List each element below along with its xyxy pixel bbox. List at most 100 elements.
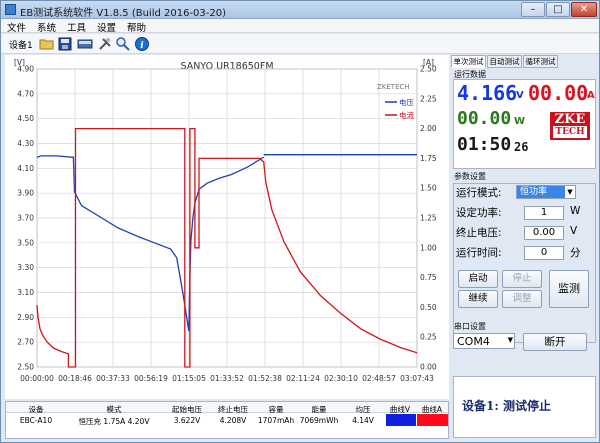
y-right-tick-label: 1.25	[420, 214, 437, 223]
cell-end-voltage: 4.208V	[219, 416, 247, 425]
y-right-tick-label: 2.50	[420, 65, 437, 74]
com-port-select[interactable]: COM4 ▼	[453, 333, 515, 349]
power-label: 设定功率:	[456, 207, 502, 219]
zketech-logo: ZKE TECH	[550, 112, 590, 140]
curve-v-color-swatch[interactable]	[386, 414, 416, 426]
y-left-tick-label: 4.70	[17, 89, 34, 98]
y-right-tick-label: 1.75	[420, 154, 437, 163]
cell-start-voltage: 3.622V	[173, 416, 201, 425]
end-voltage-input[interactable]: 0.00	[524, 226, 564, 240]
start-button[interactable]: 启动	[458, 270, 498, 288]
th-mode: 模式	[106, 405, 122, 414]
title-bar: EB测试系统软件 V1.8.5 (Build 2016-03-20) – □ ✕	[1, 1, 599, 19]
end-voltage-unit: V	[570, 225, 578, 237]
menu-tools[interactable]: 工具	[67, 20, 86, 34]
y-left-tick-label: 2.90	[17, 313, 34, 322]
th-avg-voltage: 均压	[355, 405, 371, 414]
x-tick-label: 02:30:10	[324, 374, 358, 383]
power-unit: W	[570, 205, 581, 217]
lcd-power-unit: W	[514, 116, 526, 127]
x-tick-label: 01:33:52	[210, 374, 244, 383]
tab-auto-test[interactable]: 自动测试	[487, 55, 522, 68]
zoom-icon[interactable]	[115, 36, 131, 52]
serial-label: 串口设置	[454, 322, 486, 331]
tools-icon[interactable]	[97, 36, 113, 52]
info-icon[interactable]: i	[134, 36, 150, 52]
x-tick-label: 00:00:00	[20, 374, 54, 383]
tab-cycle-test[interactable]: 循环测试	[523, 55, 558, 68]
th-capacity: 容量	[268, 405, 284, 414]
x-tick-label: 02:48:57	[362, 374, 396, 383]
result-table: 设备 模式 起始电压 终止电压 容量 能量 均压 曲线V 曲线A EBC-A10…	[5, 401, 449, 439]
lcd-elapsed-time: 01:50	[457, 134, 512, 155]
app-window: EB测试系统软件 V1.8.5 (Build 2016-03-20) – □ ✕…	[0, 0, 600, 443]
voltage-current-chart: [V] [A] SANYO UR18650FM 4.904.704.504.30…	[14, 58, 437, 383]
window-title: EB测试系统软件 V1.8.5 (Build 2016-03-20)	[20, 8, 227, 19]
continue-button[interactable]: 继续	[458, 290, 498, 308]
lcd-voltage: 4.166	[457, 81, 518, 105]
chart-panel: [V] [A] SANYO UR18650FM 4.90 4.70 4.50 4.30…	[5, 55, 449, 399]
x-tick-label: 03:07:43	[400, 374, 434, 383]
x-tick-label: 00:56:19	[134, 374, 168, 383]
status-panel: 设备1: 测试停止	[453, 376, 596, 438]
logo-text-top: ZKE	[554, 112, 586, 127]
lcd-power: 00.00	[457, 108, 512, 129]
menu-system[interactable]: 系统	[37, 20, 56, 34]
x-tick-label: 00:37:33	[96, 374, 130, 383]
cell-capacity: 1707mAh	[257, 416, 295, 425]
device-tab[interactable]: 设备1	[9, 38, 33, 51]
side-panel: 单次测试 自动测试 循环测试 运行数据 4.166 V 00.00 A 00.0…	[451, 55, 597, 439]
end-voltage-label: 终止电压:	[456, 227, 502, 239]
curve-a-color-swatch[interactable]	[417, 414, 448, 426]
lcd-elapsed-seconds: 26	[514, 140, 529, 154]
open-folder-icon[interactable]	[39, 36, 55, 52]
mode-select[interactable]: 恒功率 ▼	[516, 185, 576, 199]
run-time-input[interactable]: 0	[524, 246, 564, 260]
cell-device: EBC-A10	[19, 416, 53, 425]
x-tick-label: 00:18:46	[58, 374, 92, 383]
minimize-button[interactable]: –	[521, 2, 545, 17]
menu-bar: 文件 系统 工具 设置 帮助	[1, 19, 599, 34]
power-input[interactable]: 1	[524, 206, 564, 220]
y-left-tick-label: 3.50	[17, 238, 34, 247]
maximize-button[interactable]: □	[546, 2, 570, 17]
legend-current-label: 电流	[399, 110, 414, 120]
th-device: 设备	[28, 405, 44, 414]
adjust-button[interactable]: 调整	[502, 290, 542, 308]
disconnect-button[interactable]: 断开	[523, 333, 587, 351]
th-end-voltage: 终止电压	[218, 405, 248, 414]
run-time-label: 运行时间:	[456, 247, 502, 259]
y-left-tick-label: 2.70	[17, 338, 34, 347]
menu-file[interactable]: 文件	[7, 20, 26, 34]
mode-label: 运行模式:	[456, 187, 502, 199]
chart-watermark: ZKETECH	[377, 83, 410, 91]
params-group: 运行模式: 恒功率 ▼ 设定功率: 1 W 终止电压: 0.00 V 运行时间:…	[453, 183, 596, 343]
mode-select-value: 恒功率	[520, 187, 548, 197]
y-right-tick-label: 1.50	[420, 184, 437, 193]
monitor-button[interactable]: 监测	[549, 270, 589, 308]
app-icon	[5, 4, 16, 15]
stop-button[interactable]: 停止	[502, 270, 542, 288]
params-label: 参数设置	[454, 172, 486, 181]
y-right-tick-label: 1.00	[420, 243, 437, 252]
th-start-voltage: 起始电压	[172, 405, 202, 414]
menu-settings[interactable]: 设置	[97, 20, 116, 34]
close-button[interactable]: ✕	[571, 2, 597, 17]
x-tick-label: 01:15:05	[172, 374, 206, 383]
com-port-value: COM4	[457, 335, 490, 348]
y-right-tick-label: 0.50	[420, 303, 437, 312]
x-tick-label: 02:11:24	[286, 374, 320, 383]
logo-text-bottom: TECH	[553, 126, 587, 138]
y-right-tick-label: 2.00	[420, 124, 437, 133]
monitor-icon[interactable]	[77, 36, 93, 52]
y-left-tick-label: 4.10	[17, 164, 34, 173]
y-left-tick-label: 4.30	[17, 139, 34, 148]
save-disk-icon[interactable]	[57, 36, 73, 52]
cell-avg-voltage: 4.14V	[352, 416, 374, 425]
menu-help[interactable]: 帮助	[127, 20, 146, 34]
tab-single-test[interactable]: 单次测试	[451, 55, 486, 68]
y-left-tick-label: 3.70	[17, 214, 34, 223]
y-right-tick-label: 2.25	[420, 94, 437, 103]
toolbar: 设备1 i	[1, 34, 599, 54]
y-left-tick-label: 3.30	[17, 263, 34, 272]
